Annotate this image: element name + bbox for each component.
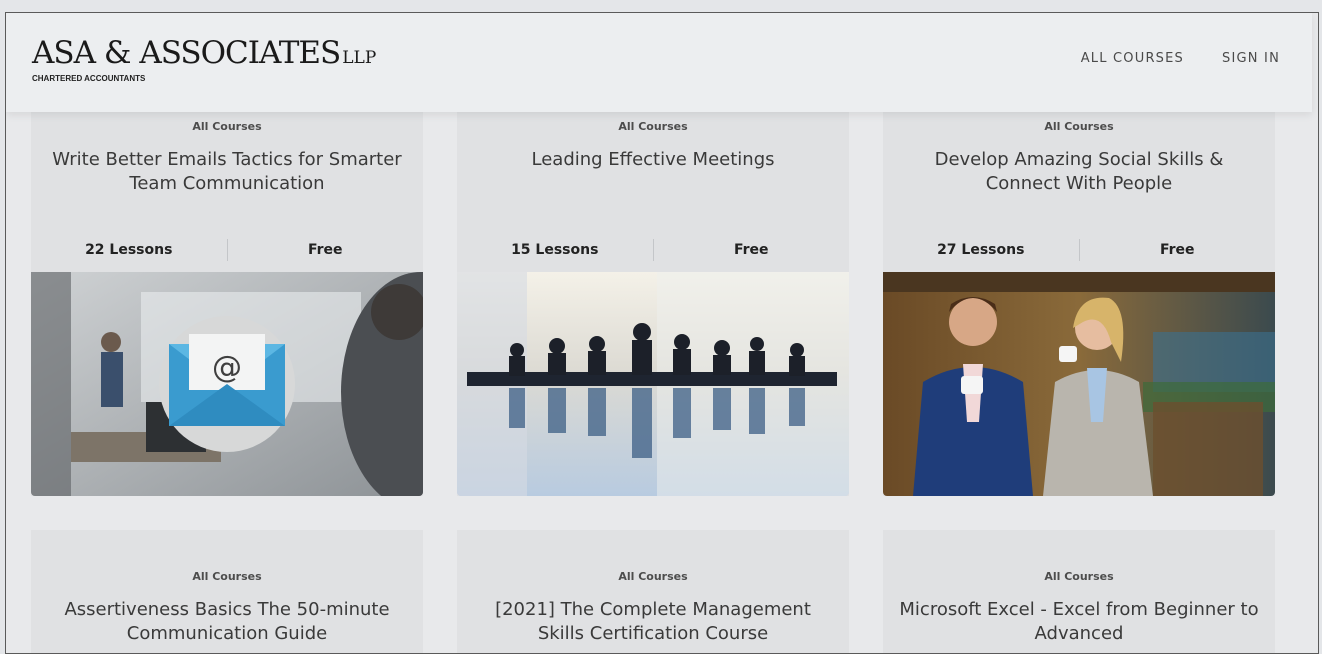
course-card[interactable]: All Courses Develop Amazing Social Skill… xyxy=(883,93,1275,496)
course-meta: 22 Lessons Free xyxy=(31,238,423,262)
company-logo[interactable]: ASA & ASSOCIATES LLP CHARTERED ACCOUNTANT… xyxy=(32,35,376,83)
course-title[interactable]: Microsoft Excel - Excel from Beginner to… xyxy=(897,598,1261,646)
site-header: ASA & ASSOCIATES LLP CHARTERED ACCOUNTANT… xyxy=(6,13,1312,112)
course-category: All Courses xyxy=(1044,120,1114,133)
coffee-conversation-image[interactable] xyxy=(883,272,1275,496)
page-frame: All Courses Write Better Emails Tactics … xyxy=(5,12,1319,654)
lesson-count: 22 Lessons xyxy=(85,242,173,258)
course-card[interactable]: All Courses Leading Effective Meetings 1… xyxy=(457,93,849,496)
course-meta: 27 Lessons Free xyxy=(883,238,1275,262)
course-price: Free xyxy=(1159,242,1195,258)
nav-all-courses[interactable]: ALL COURSES xyxy=(1081,51,1184,66)
course-title[interactable]: [2021] The Complete Management Skills Ce… xyxy=(471,598,835,646)
logo-name: ASA & ASSOCIATES xyxy=(32,35,341,71)
course-title[interactable]: Write Better Emails Tactics for Smarter … xyxy=(45,148,409,196)
top-nav: ALL COURSES SIGN IN xyxy=(1081,51,1280,66)
email-envelope-image[interactable]: @ xyxy=(31,272,423,496)
lesson-count: 15 Lessons xyxy=(511,242,599,258)
course-title[interactable]: Assertiveness Basics The 50-minute Commu… xyxy=(45,598,409,646)
course-category: All Courses xyxy=(618,120,688,133)
course-category: All Courses xyxy=(618,570,688,583)
course-card[interactable]: All Courses Assertiveness Basics The 50-… xyxy=(31,530,423,653)
course-price: Free xyxy=(733,242,769,258)
course-title[interactable]: Develop Amazing Social Skills & Connect … xyxy=(897,148,1261,196)
course-category: All Courses xyxy=(192,570,262,583)
course-category: All Courses xyxy=(192,120,262,133)
course-meta: 15 Lessons Free xyxy=(457,238,849,262)
course-card[interactable]: All Courses Microsoft Excel - Excel from… xyxy=(883,530,1275,653)
course-card[interactable]: All Courses Write Better Emails Tactics … xyxy=(31,93,423,496)
nav-sign-in[interactable]: SIGN IN xyxy=(1222,51,1280,66)
meeting-image[interactable] xyxy=(457,272,849,496)
course-card[interactable]: All Courses [2021] The Complete Manageme… xyxy=(457,530,849,653)
course-title[interactable]: Leading Effective Meetings xyxy=(471,148,835,172)
svg-text:@: @ xyxy=(212,350,242,385)
course-category: All Courses xyxy=(1044,570,1114,583)
course-price: Free xyxy=(307,242,343,258)
lesson-count: 27 Lessons xyxy=(937,242,1025,258)
logo-llp: LLP xyxy=(342,48,377,68)
